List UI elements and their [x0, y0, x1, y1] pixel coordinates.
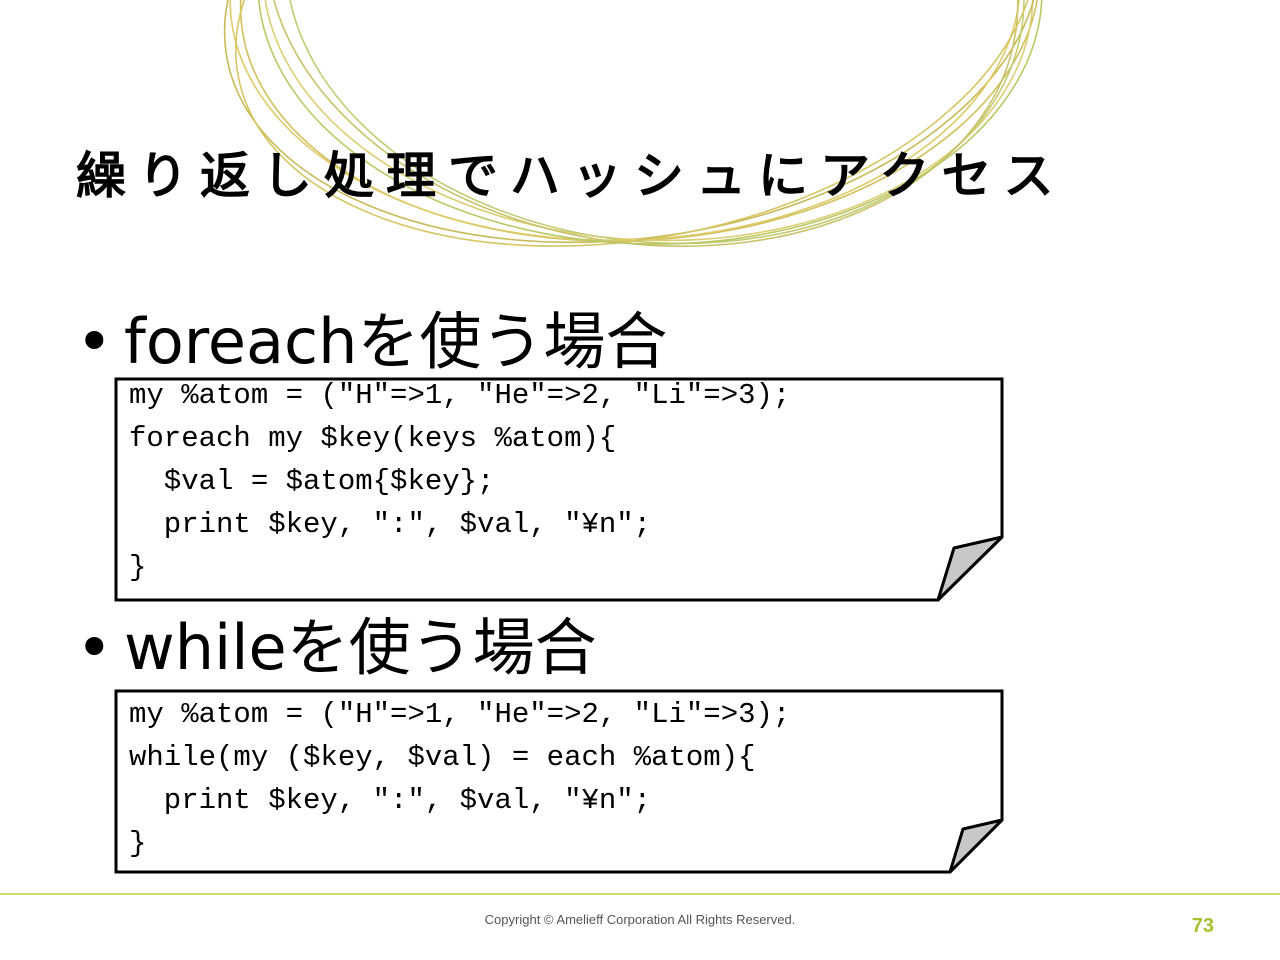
bullet-while: • whileを使う場合: [76, 613, 597, 683]
code-block-foreach: my %atom = ("H"=>1, "He"=>2, "Li"=>3); fo…: [129, 374, 790, 589]
code-line: my %atom = ("H"=>1, "He"=>2, "Li"=>3);: [129, 379, 791, 412]
page-number: 73: [1191, 915, 1214, 937]
code-line: print $key, ":", $val, "¥n";: [129, 784, 652, 817]
code-block-while: my %atom = ("H"=>1, "He"=>2, "Li"=>3); wh…: [129, 693, 790, 865]
code-line: my %atom = ("H"=>1, "He"=>2, "Li"=>3);: [129, 698, 791, 731]
bullet-foreach: • foreachを使う場合: [76, 307, 667, 377]
code-line: foreach my $key(keys %atom){: [129, 422, 617, 455]
copyright-text: Copyright © Amelieff Corporation All Rig…: [484, 912, 796, 927]
code-line: }: [129, 827, 147, 860]
bullet-dot: •: [76, 305, 113, 378]
bullet-heading: foreachを使う場合: [124, 305, 668, 378]
code-line: while(my ($key, $val) = each %atom){: [129, 741, 756, 774]
footer-divider: [0, 893, 1280, 895]
code-line: $val = $atom{$key};: [129, 465, 495, 498]
bullet-dot: •: [76, 611, 113, 684]
code-line: print $key, ":", $val, "¥n";: [129, 508, 652, 541]
code-line: }: [129, 551, 147, 584]
bullet-heading: whileを使う場合: [124, 611, 597, 684]
